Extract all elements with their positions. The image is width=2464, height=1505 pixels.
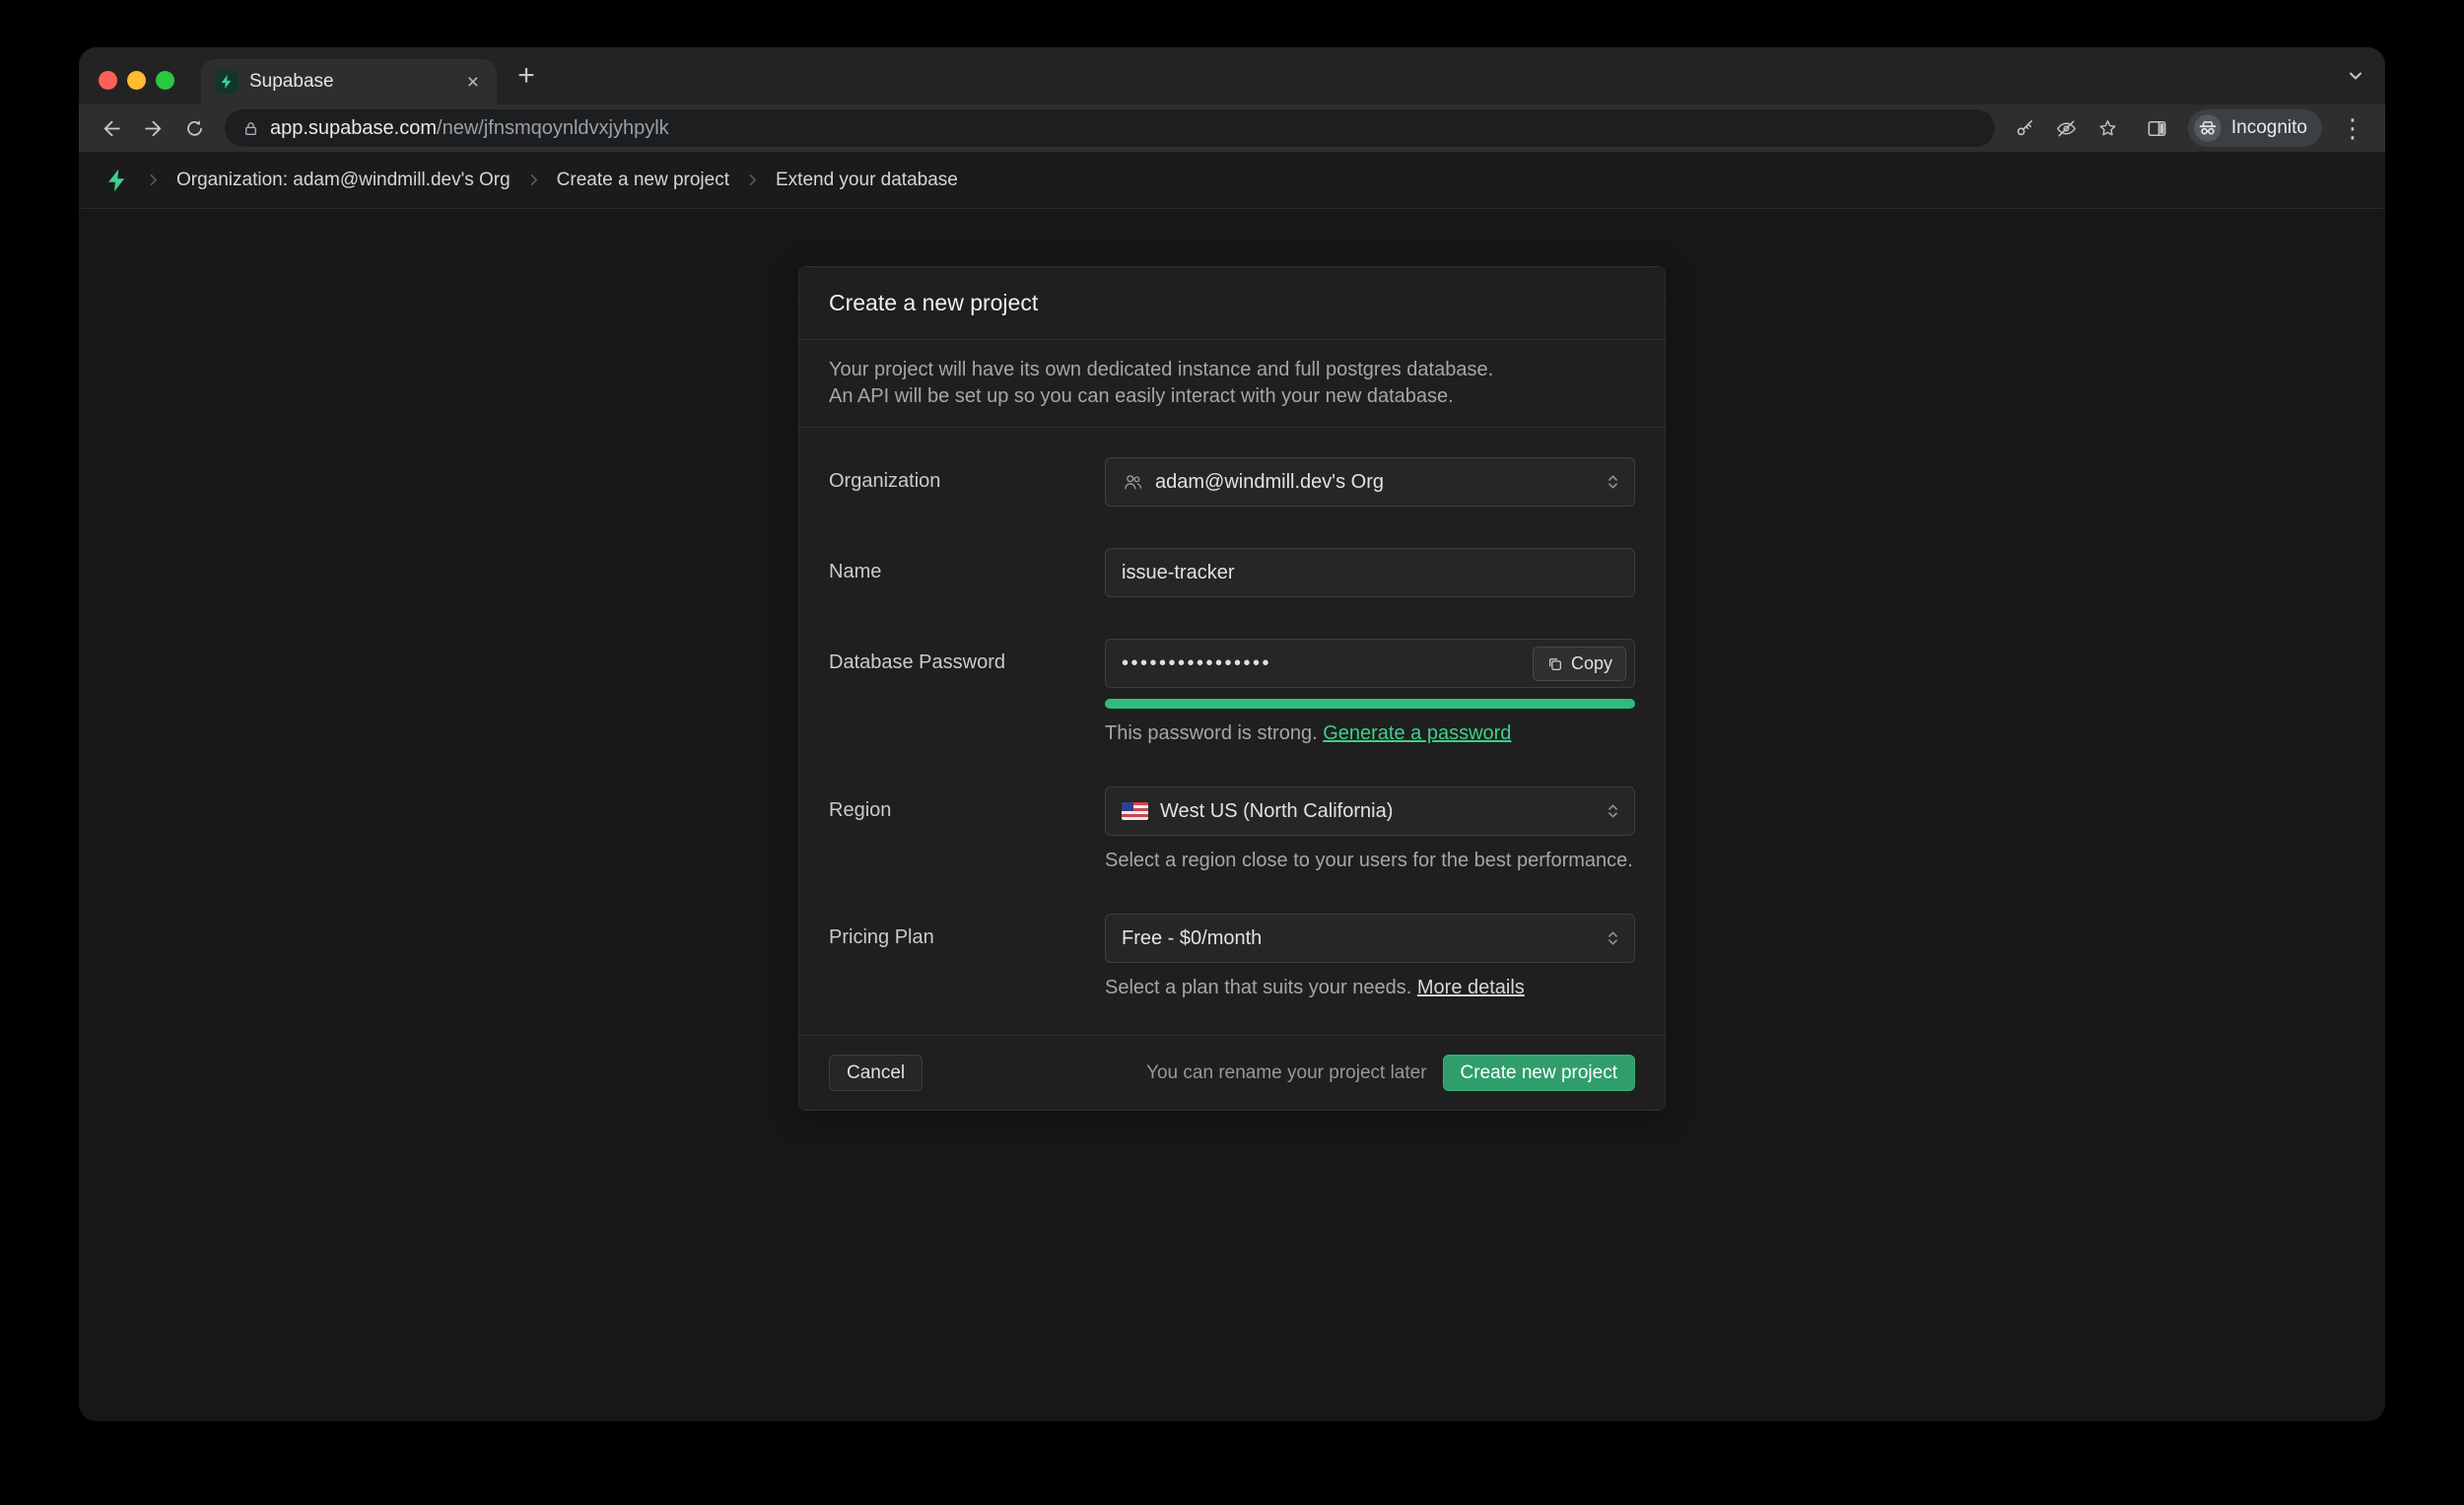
forward-button[interactable] xyxy=(132,107,173,149)
pricing-label: Pricing Plan xyxy=(829,914,1105,949)
pricing-select[interactable]: Free - $0/month xyxy=(1105,914,1635,963)
people-icon xyxy=(1122,471,1143,493)
eye-slash-icon[interactable] xyxy=(2046,107,2088,149)
password-strength-bar xyxy=(1105,699,1635,709)
desktop-background: Supabase × + app.supabase.c xyxy=(0,0,2464,1505)
url-path: /new/jfnsmqoynldvxjyhpylk xyxy=(437,117,669,139)
url-text: app.supabase.com/new/jfnsmqoynldvxjyhpyl… xyxy=(270,117,669,140)
project-form: Organization adam@windmill.dev's Org xyxy=(799,428,1665,999)
side-panel-icon[interactable] xyxy=(2137,107,2178,149)
app-header: Organization: adam@windmill.dev's Org Cr… xyxy=(79,152,2385,209)
tab-close-icon[interactable]: × xyxy=(463,70,483,95)
url-domain: app.supabase.com xyxy=(270,117,437,139)
more-details-link[interactable]: More details xyxy=(1417,977,1525,998)
breadcrumb-extend-database[interactable]: Extend your database xyxy=(776,170,958,191)
close-window-button[interactable] xyxy=(99,71,117,90)
maximize-window-button[interactable] xyxy=(156,71,174,90)
pricing-helper-text: Select a plan that suits your needs. xyxy=(1105,977,1411,998)
tab-search-chevron-icon[interactable] xyxy=(2346,66,2365,86)
page-content: Create a new project Your project will h… xyxy=(79,209,2385,1421)
minimize-window-button[interactable] xyxy=(127,71,146,90)
password-row: Database Password •••••••••••••••• Copy xyxy=(829,639,1635,745)
name-label: Name xyxy=(829,548,1105,583)
card-footer: Cancel You can rename your project later… xyxy=(799,1035,1665,1110)
url-bar[interactable]: app.supabase.com/new/jfnsmqoynldvxjyhpyl… xyxy=(225,109,1995,147)
browser-menu-icon[interactable]: ⋮ xyxy=(2332,107,2373,149)
region-value: West US (North California) xyxy=(1160,800,1393,823)
generate-password-link[interactable]: Generate a password xyxy=(1323,722,1511,744)
name-row: Name xyxy=(829,548,1635,597)
select-chevrons-icon xyxy=(1604,929,1622,948)
back-button[interactable] xyxy=(91,107,132,149)
chevron-right-icon xyxy=(145,171,162,188)
card-header: Create a new project xyxy=(799,267,1665,340)
copy-password-button[interactable]: Copy xyxy=(1533,647,1626,681)
create-project-button[interactable]: Create new project xyxy=(1443,1055,1635,1091)
organization-label: Organization xyxy=(829,457,1105,493)
tab-title: Supabase xyxy=(249,71,452,93)
region-helper: Select a region close to your users for … xyxy=(1105,849,1635,872)
tab-strip: Supabase × + xyxy=(79,47,2385,104)
breadcrumb-create-project[interactable]: Create a new project xyxy=(557,170,729,191)
region-label: Region xyxy=(829,787,1105,822)
new-tab-button[interactable]: + xyxy=(507,56,546,96)
lock-icon xyxy=(242,120,259,137)
browser-toolbar: app.supabase.com/new/jfnsmqoynldvxjyhpyl… xyxy=(79,104,2385,152)
region-row: Region West US (North California) Select… xyxy=(829,787,1635,872)
reload-button[interactable] xyxy=(173,107,215,149)
browser-tab-supabase[interactable]: Supabase × xyxy=(201,59,497,104)
chevron-right-icon xyxy=(744,171,761,188)
pricing-value: Free - $0/month xyxy=(1122,927,1262,950)
supabase-logo-icon[interactable] xyxy=(104,168,130,193)
password-strength-text: This password is strong. xyxy=(1105,722,1318,744)
description-line-2: An API will be set up so you can easily … xyxy=(829,383,1635,410)
incognito-profile-badge[interactable]: Incognito xyxy=(2188,109,2322,147)
incognito-label: Incognito xyxy=(2231,117,2307,139)
cancel-button[interactable]: Cancel xyxy=(829,1055,923,1091)
password-key-icon[interactable] xyxy=(2005,107,2046,149)
password-helper: This password is strong. Generate a pass… xyxy=(1105,721,1635,745)
rename-note: You can rename your project later xyxy=(1146,1062,1426,1084)
name-input[interactable] xyxy=(1105,548,1635,597)
breadcrumb-organization[interactable]: Organization: adam@windmill.dev's Org xyxy=(176,170,511,191)
us-flag-icon xyxy=(1122,802,1148,820)
description-line-1: Your project will have its own dedicated… xyxy=(829,357,1635,383)
page-title: Create a new project xyxy=(829,290,1635,316)
browser-window: Supabase × + app.supabase.c xyxy=(79,47,2385,1421)
copy-icon xyxy=(1546,655,1563,672)
organization-value: adam@windmill.dev's Org xyxy=(1155,471,1384,494)
password-label: Database Password xyxy=(829,639,1105,674)
supabase-favicon-icon xyxy=(215,70,239,94)
region-select[interactable]: West US (North California) xyxy=(1105,787,1635,836)
chevron-right-icon xyxy=(525,171,542,188)
select-chevrons-icon xyxy=(1604,802,1622,821)
bookmark-star-icon[interactable] xyxy=(2088,107,2129,149)
organization-select[interactable]: adam@windmill.dev's Org xyxy=(1105,457,1635,507)
password-input[interactable]: •••••••••••••••• Copy xyxy=(1105,639,1635,688)
window-controls xyxy=(99,71,174,90)
organization-row: Organization adam@windmill.dev's Org xyxy=(829,457,1635,507)
pricing-row: Pricing Plan Free - $0/month Select a pl… xyxy=(829,914,1635,999)
card-description: Your project will have its own dedicated… xyxy=(799,340,1665,428)
copy-button-label: Copy xyxy=(1571,653,1612,674)
pricing-helper: Select a plan that suits your needs. Mor… xyxy=(1105,976,1635,999)
create-project-card: Create a new project Your project will h… xyxy=(798,266,1666,1111)
select-chevrons-icon xyxy=(1604,473,1622,492)
password-masked-value: •••••••••••••••• xyxy=(1122,652,1271,675)
incognito-avatar-icon xyxy=(2193,113,2223,143)
